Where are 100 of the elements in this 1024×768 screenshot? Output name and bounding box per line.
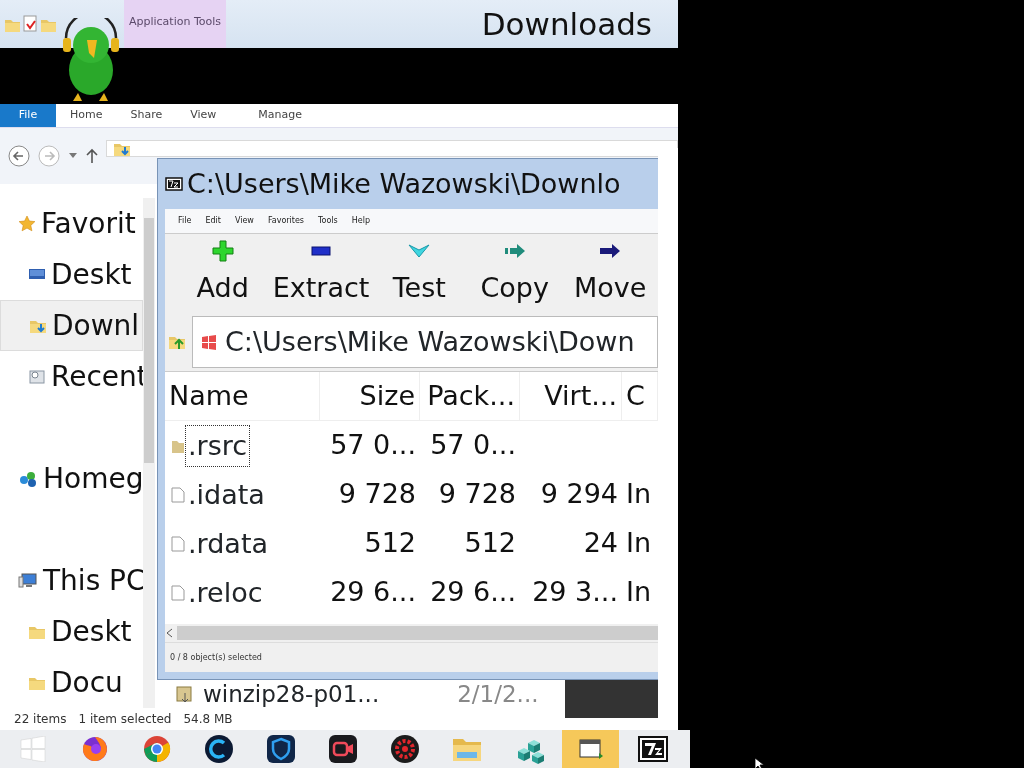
column-header[interactable]: Virt... <box>520 372 622 420</box>
menu-item[interactable]: Help <box>346 215 375 227</box>
copy-arrow-icon <box>503 243 526 259</box>
scrollbar[interactable] <box>165 624 658 642</box>
nav-label: Deskt <box>51 256 132 293</box>
nav-item[interactable]: Docu <box>0 657 143 708</box>
menu-item[interactable]: View <box>229 215 259 227</box>
nav-label: Deskt <box>51 613 132 650</box>
nav-item[interactable]: Deskt <box>0 606 143 657</box>
chrome-icon[interactable] <box>142 735 171 763</box>
recent-places-icon <box>28 367 46 386</box>
table-cell-text: 512 <box>463 526 517 561</box>
toolbar-button[interactable]: Test <box>371 234 467 313</box>
star-icon <box>18 214 36 233</box>
file-tab[interactable]: File <box>0 104 56 127</box>
ribbon-tab[interactable]: Manage <box>230 104 331 127</box>
nav-item[interactable]: This PC <box>0 555 143 606</box>
gear-icon[interactable] <box>389 734 420 764</box>
file-icon <box>171 584 185 601</box>
table-cell-text: In <box>625 575 653 610</box>
item-count: 22 items <box>14 711 67 728</box>
properties-icon[interactable] <box>22 15 38 33</box>
back-icon[interactable] <box>8 145 30 167</box>
ribbon-tab[interactable]: Home <box>56 104 117 127</box>
column-header[interactable]: Pack... <box>420 372 520 420</box>
table-cell-text: 9 728 <box>337 477 417 512</box>
column-header[interactable]: Name <box>165 372 320 420</box>
column-header[interactable]: Size <box>320 372 420 420</box>
nav-label: Favorit <box>41 205 136 242</box>
selection-size: 54.8 MB <box>183 711 233 728</box>
menu-item[interactable]: Favorites <box>262 215 309 227</box>
menu-item[interactable]: File <box>173 215 197 227</box>
table-cell-text: 29 6... <box>329 575 417 610</box>
installer-icon <box>175 684 195 705</box>
selection-count: 1 item selected <box>78 711 172 728</box>
nav-label: This PC <box>43 562 146 599</box>
window-title: Downloads <box>481 4 652 44</box>
table-cell-text: 9 294 <box>539 477 619 512</box>
nav-item[interactable]: Favorit <box>0 198 143 249</box>
firefox-icon[interactable] <box>80 735 109 763</box>
file-name[interactable]: .idata <box>185 473 268 516</box>
nav-item[interactable]: Deskt <box>0 249 143 300</box>
menu-item[interactable]: Tools <box>313 215 343 227</box>
scroll-thumb[interactable] <box>177 626 658 640</box>
column-header[interactable]: C <box>622 372 658 420</box>
toolbar-button[interactable]: Add <box>175 234 271 313</box>
nav-item[interactable]: Homeg <box>0 453 143 504</box>
table-cell-text: 57 0... <box>329 428 417 463</box>
file-name[interactable]: .reloc <box>185 571 266 614</box>
c-logo-icon[interactable] <box>203 734 234 764</box>
file-date: 2/1/2... <box>457 681 539 708</box>
table-cell-text: 57 0... <box>429 428 517 463</box>
window-title: C:\Users\Mike Wazowski\Downlo <box>187 166 621 201</box>
scroll-left-icon[interactable] <box>165 628 173 638</box>
toolbar-button[interactable]: Copy <box>467 234 563 313</box>
window-icon[interactable] <box>576 737 605 761</box>
toolbar-button[interactable]: Extract <box>270 234 372 313</box>
file-name[interactable]: .rsrc <box>185 424 251 467</box>
computer-icon <box>18 571 38 590</box>
scrollbar[interactable] <box>143 198 155 708</box>
file-icon <box>171 535 185 552</box>
minus-icon <box>311 246 331 256</box>
check-icon <box>408 244 431 258</box>
nav-label: Homeg <box>43 460 144 497</box>
menu-item[interactable]: Edit <box>200 215 226 227</box>
toolbar-button[interactable]: Move <box>562 234 658 313</box>
taskbar-button[interactable] <box>562 730 619 768</box>
file-icon <box>171 486 185 503</box>
table-cell-text: 24 <box>582 526 619 561</box>
nav-label: Docu <box>51 664 123 701</box>
context-tab[interactable]: Application Tools <box>124 0 226 48</box>
ribbon-tab[interactable]: Share <box>116 104 177 127</box>
windows-start-icon[interactable] <box>19 736 46 762</box>
shield-icon[interactable] <box>265 734 296 764</box>
homegroup-icon <box>18 469 38 488</box>
table-cell-text: 9 728 <box>437 477 517 512</box>
table-cell-text: 29 6... <box>429 575 517 610</box>
table-cell-text: In <box>625 526 653 561</box>
download-folder-icon <box>113 141 131 156</box>
move-arrow-icon <box>599 243 622 259</box>
table-cell-text: 29 3... <box>531 575 619 610</box>
path-text: C:\Users\Mike Wazowski\Down <box>225 324 635 359</box>
status-text: 0 / 8 object(s) selected <box>165 642 658 672</box>
camera-icon[interactable] <box>327 734 358 764</box>
windows-logo-icon <box>201 334 217 350</box>
nav-item[interactable]: Downl <box>0 300 143 351</box>
plus-icon <box>211 240 234 262</box>
file-name[interactable]: winzip28-p01... <box>203 681 380 708</box>
table-cell-text: In <box>625 477 653 512</box>
dropdown-icon[interactable] <box>68 152 78 160</box>
table-cell-text: 512 <box>363 526 417 561</box>
nav-label: Downl <box>52 307 140 344</box>
seven-zip-icon[interactable] <box>637 736 668 762</box>
monitor-icon <box>28 267 46 282</box>
file-name[interactable]: .rdata <box>185 522 272 565</box>
ribbon-tab[interactable]: View <box>176 104 231 127</box>
up-arrow-icon[interactable] <box>86 148 98 164</box>
seven-zip-icon <box>165 177 183 191</box>
scroll-thumb[interactable] <box>144 218 154 463</box>
path-field[interactable]: C:\Users\Mike Wazowski\Down <box>192 316 658 368</box>
